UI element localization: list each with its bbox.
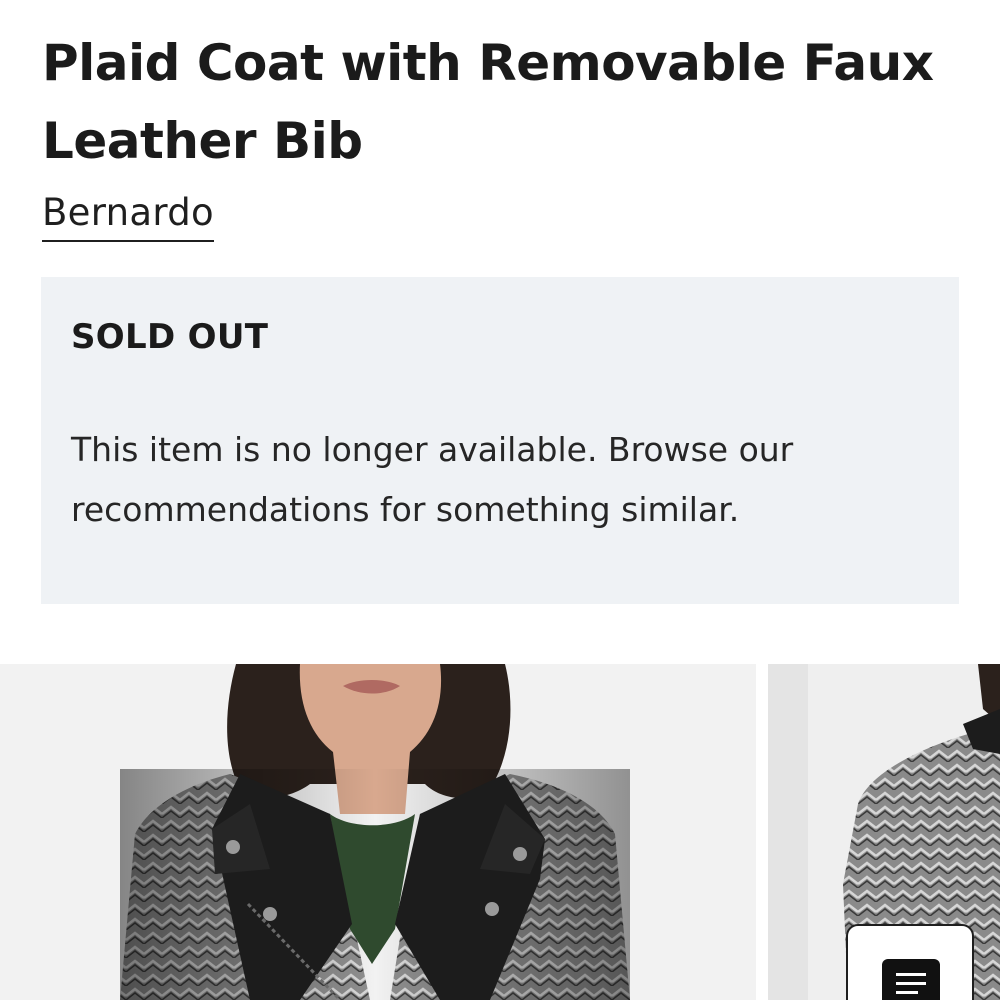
sold-out-heading: SOLD OUT bbox=[71, 317, 269, 357]
product-page: Plaid Coat with Removable Faux Leather B… bbox=[0, 0, 1000, 1000]
list-icon bbox=[882, 959, 940, 1000]
product-title: Plaid Coat with Removable Faux Leather B… bbox=[42, 34, 934, 170]
sold-out-message: This item is no longer available. Browse… bbox=[71, 430, 794, 529]
sold-out-notice: SOLD OUT This item is no longer availabl… bbox=[41, 277, 959, 604]
floating-menu-button[interactable] bbox=[846, 924, 974, 1000]
product-image-front[interactable] bbox=[0, 664, 756, 1000]
coat-photo-front bbox=[0, 664, 756, 1000]
brand-link[interactable]: Bernardo bbox=[42, 190, 214, 242]
